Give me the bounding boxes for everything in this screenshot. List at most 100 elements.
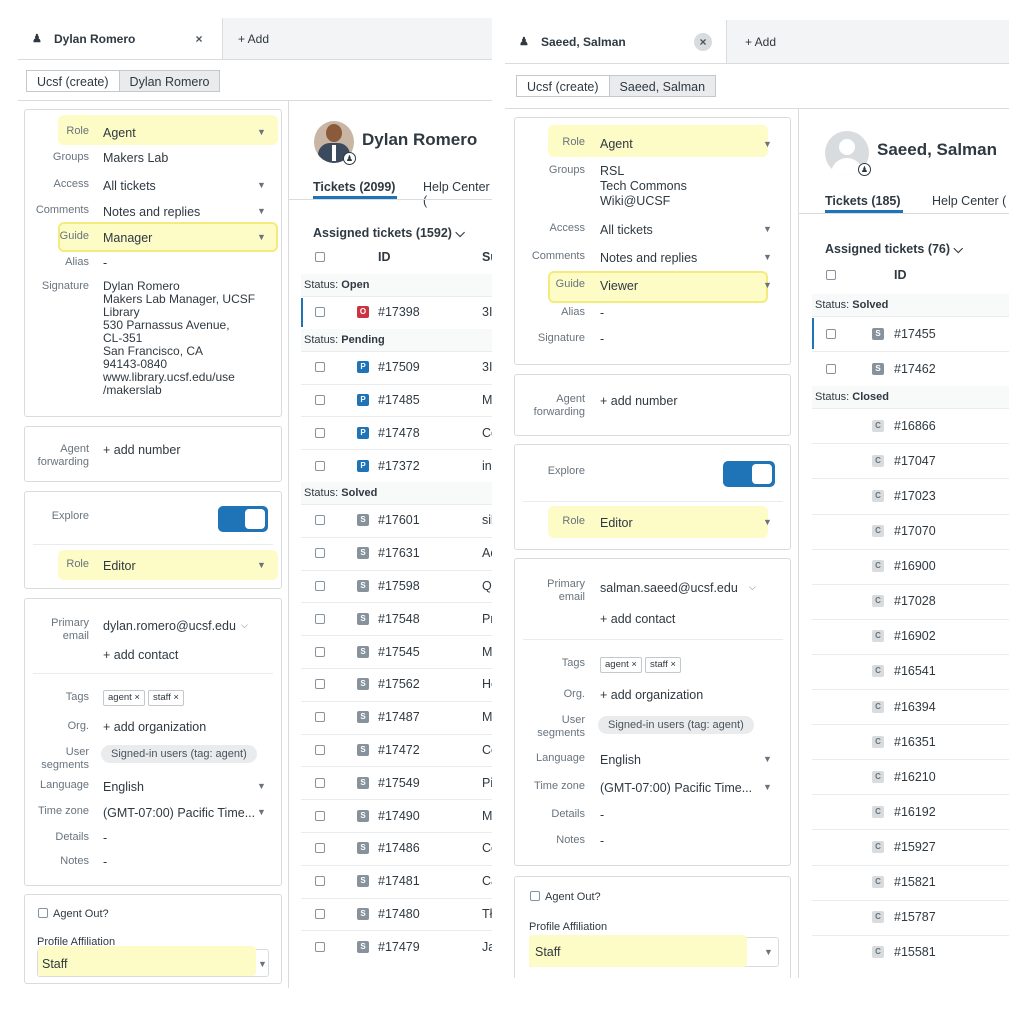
affiliation-value[interactable]: Staff	[42, 957, 67, 971]
access-value[interactable]: All tickets	[103, 179, 156, 193]
groups-value[interactable]: RSL Tech Commons Wiki@UCSF	[600, 164, 687, 209]
column-id[interactable]: ID	[378, 250, 391, 264]
email-value[interactable]: dylan.romero@ucsf.edu	[103, 619, 236, 633]
close-icon[interactable]: ×	[694, 32, 712, 51]
ticket-subject[interactable]: Ja	[482, 940, 492, 954]
row-checkbox[interactable]	[315, 460, 325, 471]
tag-chip[interactable]: staff ×	[644, 657, 681, 673]
row-checkbox[interactable]	[315, 941, 325, 952]
ticket-subject[interactable]: in	[482, 459, 492, 473]
ticket-subject[interactable]: Pi	[482, 776, 492, 790]
ticket-id[interactable]: #17509	[378, 360, 420, 374]
row-checkbox[interactable]	[315, 515, 325, 526]
breadcrumb-org[interactable]: Ucsf (create)	[26, 70, 120, 92]
row-checkbox[interactable]	[315, 362, 325, 373]
ticket-subject[interactable]: 3I	[482, 360, 492, 374]
ticket-id[interactable]: #16900	[894, 559, 936, 573]
explore-role-value[interactable]: Editor	[600, 516, 633, 530]
ticket-id[interactable]: #16351	[894, 735, 936, 749]
details-value[interactable]: -	[103, 831, 107, 845]
ticket-id[interactable]: #17481	[378, 874, 420, 888]
ticket-id[interactable]: #17548	[378, 612, 420, 626]
guide-value[interactable]: Manager	[103, 231, 152, 245]
ticket-subject[interactable]: Cc	[482, 426, 492, 440]
explore-role-value[interactable]: Editor	[103, 559, 136, 573]
tags-field[interactable]: agent × staff ×	[600, 656, 684, 673]
ticket-id[interactable]: #15821	[894, 875, 936, 889]
comments-value[interactable]: Notes and replies	[600, 251, 697, 265]
ticket-id[interactable]: #17631	[378, 546, 420, 560]
ticket-id[interactable]: #17372	[378, 459, 420, 473]
ticket-id[interactable]: #17023	[894, 489, 936, 503]
ticket-id[interactable]: #17487	[378, 710, 420, 724]
row-checkbox[interactable]	[315, 395, 325, 405]
tag-chip[interactable]: staff ×	[147, 690, 184, 706]
breadcrumb-user[interactable]: Saeed, Salman	[609, 75, 717, 97]
ticket-id[interactable]: #17455	[894, 327, 936, 341]
tag-chip[interactable]: agent ×	[103, 690, 145, 706]
ticket-subject[interactable]: Ac	[482, 546, 492, 560]
row-checkbox[interactable]	[315, 427, 325, 438]
details-value[interactable]: -	[600, 808, 604, 822]
agent-out-checkbox[interactable]	[38, 908, 48, 918]
row-checkbox[interactable]	[315, 745, 325, 755]
ticket-id[interactable]: #17398	[378, 305, 420, 319]
ticket-id[interactable]: #17478	[378, 426, 420, 440]
ticket-id[interactable]: #17486	[378, 841, 420, 855]
language-value[interactable]: English	[103, 780, 144, 794]
notes-value[interactable]: -	[103, 855, 107, 869]
tab-help-center[interactable]: Help Center (	[423, 180, 492, 208]
row-checkbox[interactable]	[315, 712, 325, 723]
ticket-subject[interactable]: Pr	[482, 612, 492, 626]
ticket-subject[interactable]: Qu	[482, 579, 492, 593]
add-contact-link[interactable]: + add contact	[103, 648, 178, 662]
signature-value[interactable]: -	[600, 332, 604, 346]
close-icon[interactable]: ×	[190, 30, 208, 48]
row-checkbox[interactable]	[315, 548, 325, 559]
agent-out-checkbox[interactable]	[530, 891, 540, 901]
email-value[interactable]: salman.saeed@ucsf.edu	[600, 581, 738, 595]
ticket-id[interactable]: #17047	[894, 454, 936, 468]
comments-value[interactable]: Notes and replies	[103, 205, 200, 219]
ticket-id[interactable]: #15581	[894, 945, 936, 959]
column-id[interactable]: ID	[894, 268, 907, 282]
select-all-checkbox[interactable]	[826, 270, 836, 280]
add-tab-button[interactable]: + Add	[745, 20, 776, 63]
alias-value[interactable]: -	[103, 256, 107, 270]
alias-value[interactable]: -	[600, 306, 604, 320]
ticket-subject[interactable]: Cc	[482, 743, 492, 757]
ticket-id[interactable]: #17485	[378, 393, 420, 407]
ticket-id[interactable]: #17545	[378, 645, 420, 659]
ticket-id[interactable]: #16902	[894, 629, 936, 643]
ticket-subject[interactable]: M	[482, 645, 492, 659]
language-value[interactable]: English	[600, 753, 641, 767]
row-checkbox[interactable]	[315, 581, 325, 591]
ticket-id[interactable]: #17028	[894, 594, 936, 608]
ticket-id[interactable]: #16866	[894, 419, 936, 433]
ticket-id[interactable]: #17562	[378, 677, 420, 691]
ticket-id[interactable]: #17490	[378, 809, 420, 823]
ticket-id[interactable]: #17479	[378, 940, 420, 954]
ticket-id[interactable]: #16192	[894, 805, 936, 819]
ticket-id[interactable]: #16394	[894, 700, 936, 714]
tab-tickets[interactable]: Tickets (185)	[825, 194, 901, 208]
ticket-subject[interactable]: Ca	[482, 874, 492, 888]
row-checkbox[interactable]	[315, 613, 325, 624]
user-tab[interactable]: ♟ Dylan Romero ×	[18, 18, 223, 59]
column-subject[interactable]: Su	[482, 250, 492, 264]
ticket-subject[interactable]: He	[482, 677, 492, 691]
tab-help-center[interactable]: Help Center (	[932, 194, 1006, 208]
ticket-id[interactable]: #17070	[894, 524, 936, 538]
add-number-link[interactable]: + add number	[600, 394, 677, 408]
select-all-checkbox[interactable]	[315, 252, 325, 262]
ticket-id[interactable]: #15787	[894, 910, 936, 924]
assigned-tickets-heading[interactable]: Assigned tickets (76) ⌵	[825, 242, 963, 257]
ticket-id[interactable]: #17549	[378, 776, 420, 790]
row-checkbox[interactable]	[315, 876, 325, 887]
ticket-subject[interactable]: Tł	[482, 907, 492, 921]
tab-tickets[interactable]: Tickets (2099)	[313, 180, 395, 194]
ticket-subject[interactable]: sil	[482, 513, 492, 527]
row-checkbox[interactable]	[826, 363, 836, 374]
add-contact-link[interactable]: + add contact	[600, 612, 675, 626]
row-checkbox[interactable]	[315, 843, 325, 854]
